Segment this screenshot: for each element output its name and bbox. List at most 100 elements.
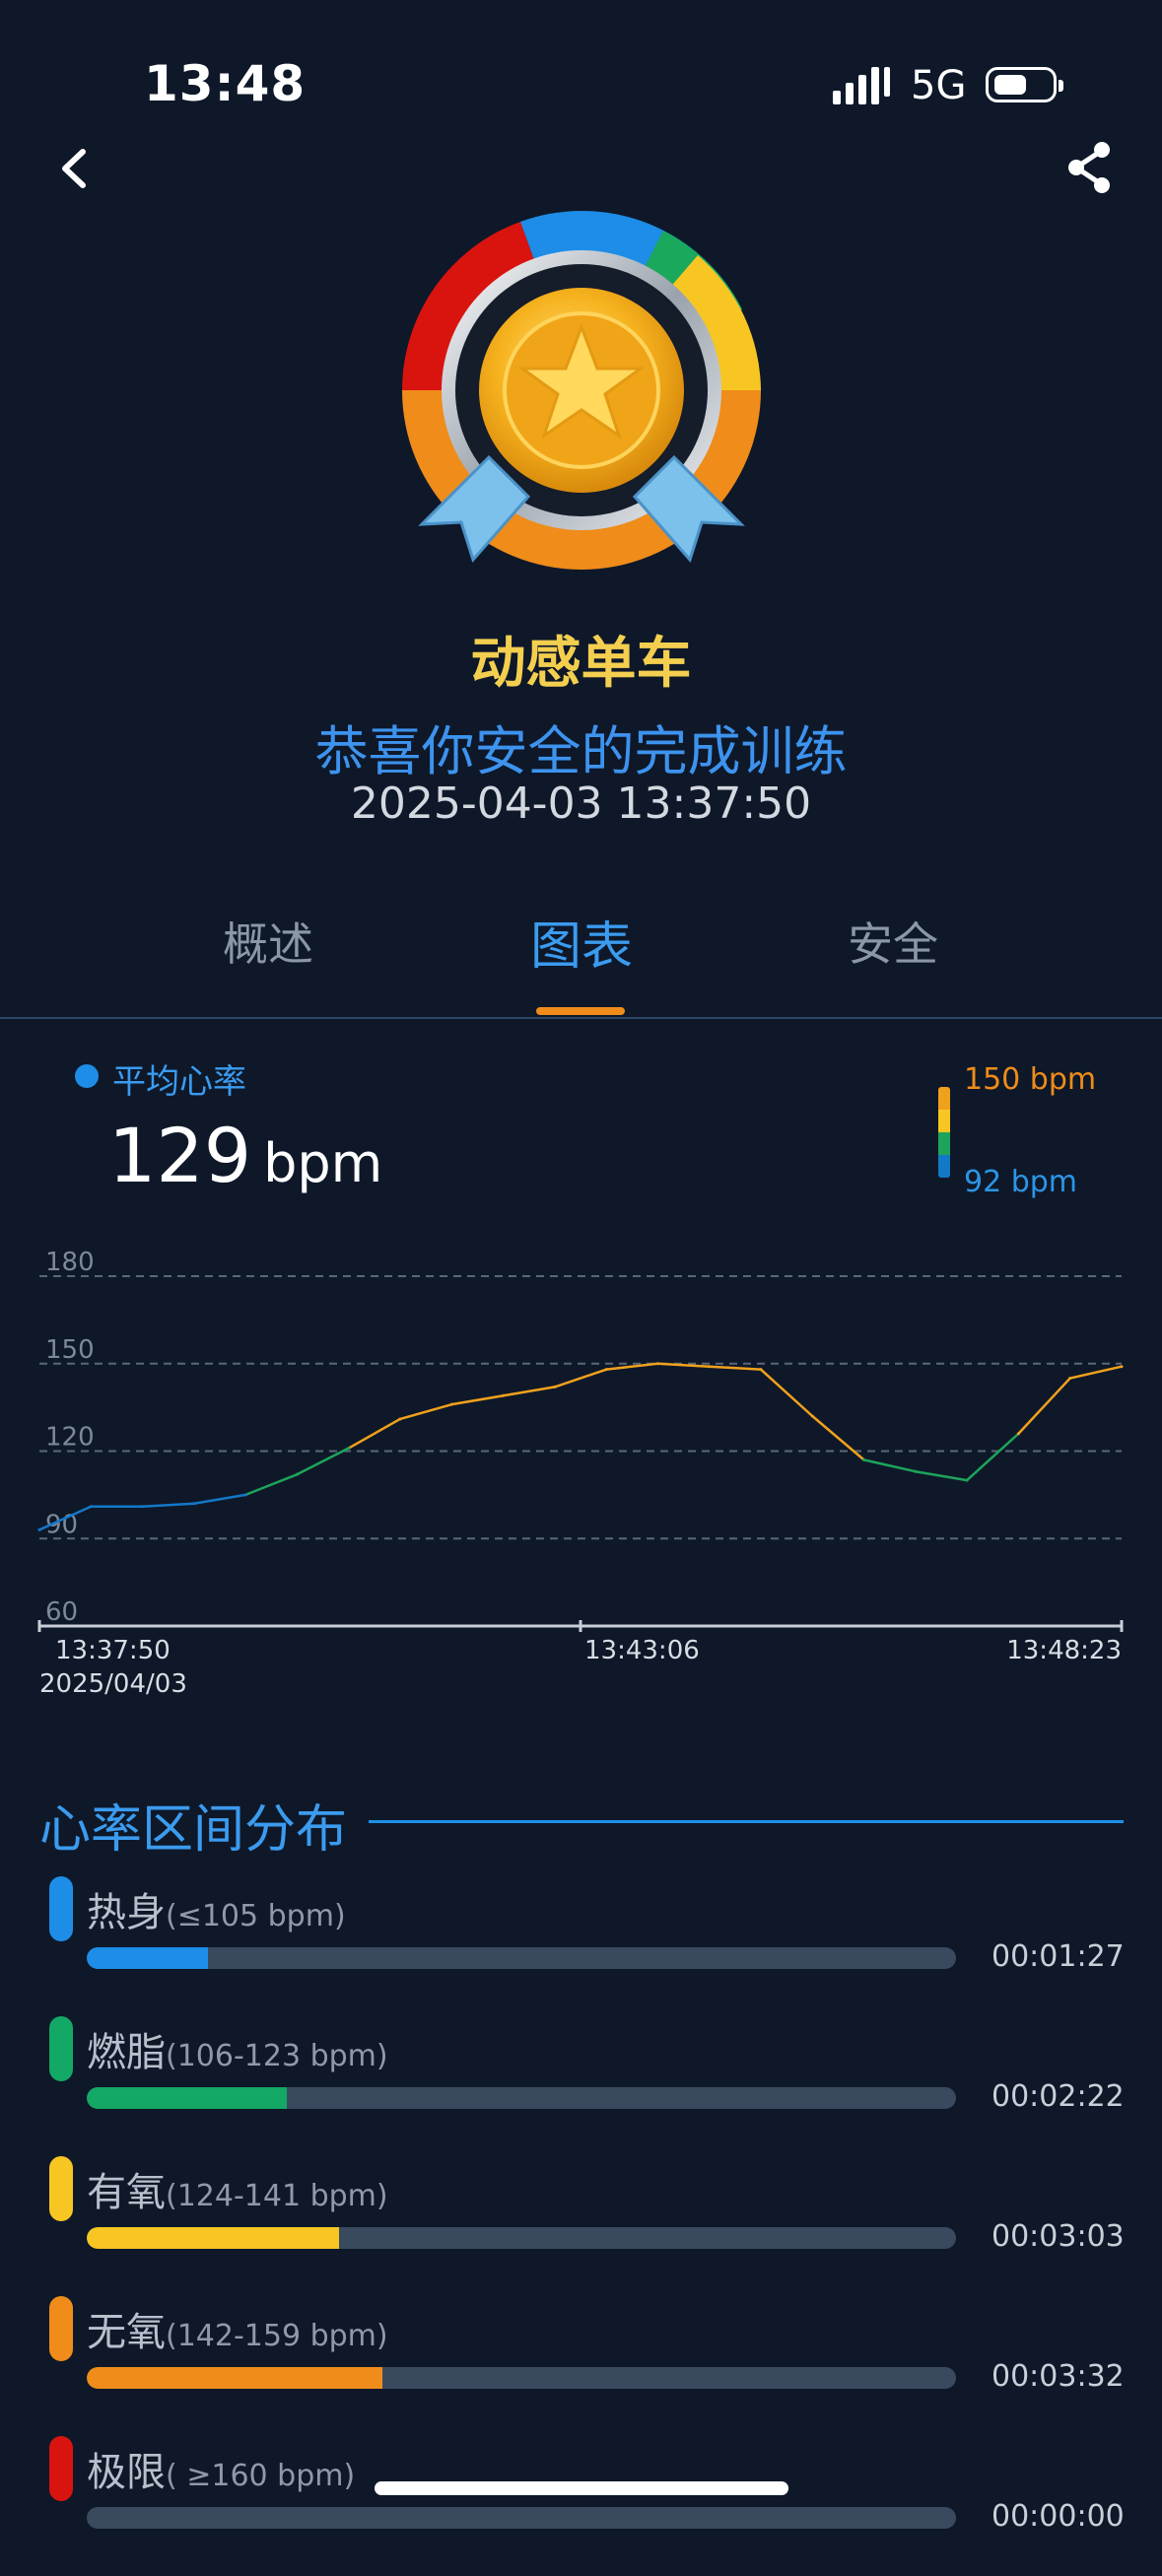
zone-duration: 00:02:22 xyxy=(991,2079,1125,2114)
zone-progress-track xyxy=(87,2087,956,2109)
zone-progress-fill xyxy=(87,2367,382,2389)
zone-range: (106-123 bpm) xyxy=(166,2039,388,2073)
tab-divider xyxy=(0,1017,1162,1019)
x-tick-label: 13:48:23 xyxy=(1006,1636,1122,1665)
hr-line-segment xyxy=(914,1469,969,1482)
y-tick-label: 180 xyxy=(45,1248,95,1277)
x-tick-label: 13:37:50 xyxy=(55,1636,171,1665)
hr-data-point xyxy=(89,1505,93,1509)
zone-name-row: 燃脂(106-123 bpm) xyxy=(87,2020,388,2077)
status-time: 13:48 xyxy=(144,55,307,112)
x-tick-label: 13:43:06 xyxy=(584,1636,700,1665)
sport-name: 动感单车 xyxy=(470,632,692,696)
zone-row: 无氧(142-159 bpm) 00:03:32 xyxy=(0,2296,1162,2436)
hr-line-segment xyxy=(811,1414,865,1461)
zone-name-row: 极限( ≥160 bpm) xyxy=(87,2440,355,2497)
zone-name: 无氧 xyxy=(87,2310,166,2355)
zone-name: 热身 xyxy=(87,1890,166,1935)
zone-color-tag xyxy=(49,2016,73,2081)
hr-data-point xyxy=(862,1457,866,1461)
hr-data-point xyxy=(810,1414,814,1418)
zone-name: 燃脂 xyxy=(87,2030,166,2075)
hr-data-point xyxy=(1016,1432,1020,1436)
avg-hr-value: 129 xyxy=(108,1112,252,1199)
hr-line-segment xyxy=(450,1394,505,1406)
hr-data-point xyxy=(914,1469,918,1473)
hr-data-point xyxy=(347,1447,351,1451)
zone-duration: 00:00:00 xyxy=(991,2499,1125,2534)
zone-name: 极限 xyxy=(87,2450,166,2495)
hr-line-segment xyxy=(502,1386,557,1397)
zone-range: (142-159 bpm) xyxy=(166,2319,388,2353)
hr-data-point xyxy=(708,1365,712,1369)
legend-low: 92 bpm xyxy=(964,1165,1078,1199)
hr-data-point xyxy=(295,1472,299,1476)
zone-color-tag xyxy=(49,2156,73,2221)
avg-hr-dot-icon xyxy=(75,1064,99,1088)
zone-row: 燃脂(106-123 bpm) 00:02:22 xyxy=(0,2016,1162,2156)
hr-line-segment xyxy=(1068,1365,1124,1380)
active-tab-indicator xyxy=(536,1007,625,1015)
hr-data-point xyxy=(1068,1377,1072,1381)
hr-data-point xyxy=(965,1478,969,1482)
hr-data-point xyxy=(502,1393,506,1397)
congrats-message: 恭喜你安全的完成训练 xyxy=(314,720,848,782)
zone-row: 热身(≤105 bpm) 00:01:27 xyxy=(0,1876,1162,2016)
tab-overview[interactable]: 概述 xyxy=(120,909,416,974)
zone-progress-fill xyxy=(87,1947,209,1969)
zone-color-tag xyxy=(49,2296,73,2361)
hr-line-segment xyxy=(656,1362,711,1368)
zone-progress-track xyxy=(87,2227,956,2249)
zone-row: 有氧(124-141 bpm) 00:03:03 xyxy=(0,2156,1162,2296)
zone-duration: 00:03:32 xyxy=(991,2359,1125,2394)
heart-rate-chart: 180150120906013:37:50 13:43:06 13:48:23202… xyxy=(37,1248,1124,1699)
hr-line-segment xyxy=(296,1447,350,1476)
home-indicator[interactable] xyxy=(375,2481,788,2495)
hr-data-point xyxy=(604,1368,608,1372)
zone-duration: 00:03:03 xyxy=(991,2219,1125,2254)
zone-name-row: 有氧(124-141 bpm) xyxy=(87,2160,388,2217)
network-type: 5G xyxy=(911,63,967,108)
hr-line-segment xyxy=(604,1362,659,1371)
battery-icon xyxy=(986,67,1063,102)
avg-hr-unit: bpm xyxy=(263,1132,383,1194)
hr-data-point xyxy=(37,1527,41,1531)
share-icon[interactable] xyxy=(1064,138,1114,197)
hr-line-segment xyxy=(759,1368,814,1418)
hr-line-segment xyxy=(553,1368,608,1389)
hr-line-segment xyxy=(1017,1377,1071,1435)
zone-progress-track xyxy=(87,2367,956,2389)
hr-data-point xyxy=(141,1505,145,1509)
zone-row: 极限( ≥160 bpm) 00:00:00 xyxy=(0,2436,1162,2576)
zone-color-tag xyxy=(49,1876,73,1941)
zone-range: (≤105 bpm) xyxy=(166,1899,346,1933)
hr-data-point xyxy=(553,1385,557,1389)
zone-color-tag xyxy=(49,2436,73,2501)
y-tick-label: 60 xyxy=(45,1597,78,1627)
hr-data-point xyxy=(192,1502,196,1506)
hr-line-segment xyxy=(192,1493,247,1505)
hr-data-point xyxy=(655,1362,659,1366)
chevron-left-icon[interactable] xyxy=(55,144,95,193)
hr-line-segment xyxy=(862,1458,918,1473)
hr-line-segment xyxy=(708,1365,763,1371)
zone-range: (124-141 bpm) xyxy=(166,2179,388,2213)
zone-progress-fill xyxy=(87,2087,287,2109)
tab-safety[interactable]: 安全 xyxy=(745,909,1041,974)
hr-data-point xyxy=(243,1493,247,1497)
y-tick-label: 120 xyxy=(45,1423,95,1453)
hr-data-point xyxy=(398,1417,402,1421)
hr-color-legend-bar xyxy=(938,1087,950,1178)
avg-hr-value-row: 129 bpm xyxy=(108,1112,382,1199)
zone-progress-track xyxy=(87,2507,956,2529)
hr-data-point xyxy=(449,1402,453,1406)
cellular-signal-icon xyxy=(833,67,890,104)
medal-badge-icon xyxy=(402,211,761,570)
hr-line-segment xyxy=(141,1502,196,1508)
tab-charts[interactable]: 图表 xyxy=(434,905,729,979)
avg-hr-label: 平均心率 xyxy=(112,1062,246,1102)
legend-high: 150 bpm xyxy=(964,1062,1097,1097)
hr-line-segment xyxy=(398,1402,453,1421)
hr-line-segment xyxy=(965,1432,1020,1482)
zone-progress-track xyxy=(87,1947,956,1969)
